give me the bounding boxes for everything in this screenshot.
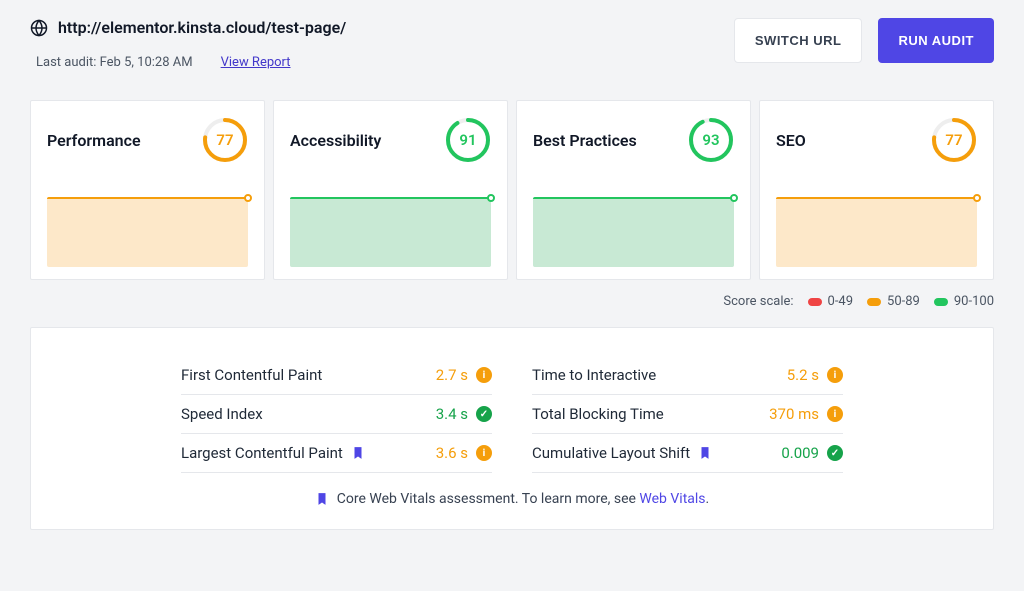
scale-green: 90-100 — [934, 294, 994, 309]
globe-icon — [30, 19, 48, 37]
metric-label: Cumulative Layout Shift — [532, 444, 690, 462]
status-icon: i — [827, 367, 843, 383]
metric-row: First Contentful Paint 2.7 s i — [181, 356, 492, 395]
core-web-vitals-note: Core Web Vitals assessment. To learn mor… — [181, 491, 843, 507]
metric-label: Total Blocking Time — [532, 405, 664, 423]
score-value: 93 — [688, 117, 734, 163]
status-icon: i — [476, 367, 492, 383]
card-title: SEO — [776, 131, 806, 150]
bookmark-icon — [698, 446, 712, 460]
score-gauge: 93 — [688, 117, 734, 163]
trend-sparkline — [533, 197, 734, 267]
metric-label: Speed Index — [181, 405, 263, 423]
metric-label: Largest Contentful Paint — [181, 444, 343, 462]
score-scale: Score scale: 0-49 50-89 90-100 — [30, 294, 994, 309]
metric-value: 5.2 s — [787, 366, 819, 384]
score-value: 77 — [931, 117, 977, 163]
trend-sparkline — [776, 197, 977, 267]
score-value: 77 — [202, 117, 248, 163]
web-vitals-link[interactable]: Web Vitals — [639, 491, 705, 507]
score-card-performance[interactable]: Performance 77 — [30, 100, 265, 280]
last-audit-label: Last audit: Feb 5, 10:28 AM — [36, 55, 193, 70]
score-card-seo[interactable]: SEO 77 — [759, 100, 994, 280]
metrics-panel: First Contentful Paint 2.7 s i Speed Inde… — [30, 327, 994, 530]
trend-sparkline — [290, 197, 491, 267]
score-gauge: 77 — [202, 117, 248, 163]
bookmark-icon — [315, 492, 329, 506]
metric-row: Time to Interactive 5.2 s i — [532, 356, 843, 395]
status-icon: ✓ — [476, 406, 492, 422]
metric-value: 0.009 — [781, 444, 819, 462]
scale-orange: 50-89 — [867, 294, 920, 309]
url-row: http://elementor.kinsta.cloud/test-page/ — [30, 18, 734, 37]
metric-value: 2.7 s — [436, 366, 468, 384]
score-gauge: 77 — [931, 117, 977, 163]
status-icon: i — [476, 445, 492, 461]
run-audit-button[interactable]: RUN AUDIT — [878, 18, 994, 63]
view-report-link[interactable]: View Report — [221, 55, 291, 70]
trend-sparkline — [47, 197, 248, 267]
bookmark-icon — [351, 446, 365, 460]
score-cards: Performance 77 Accessibility 91 — [30, 100, 994, 280]
score-value: 91 — [445, 117, 491, 163]
metric-label: Time to Interactive — [532, 366, 656, 384]
metric-value: 3.4 s — [436, 405, 468, 423]
scale-red: 0-49 — [808, 294, 854, 309]
score-gauge: 91 — [445, 117, 491, 163]
metric-row: Cumulative Layout Shift 0.009 ✓ — [532, 434, 843, 473]
header: http://elementor.kinsta.cloud/test-page/… — [30, 18, 994, 70]
status-icon: ✓ — [827, 445, 843, 461]
status-icon: i — [827, 406, 843, 422]
card-title: Accessibility — [290, 131, 381, 150]
metric-row: Speed Index 3.4 s ✓ — [181, 395, 492, 434]
metric-label: First Contentful Paint — [181, 366, 322, 384]
score-card-best-practices[interactable]: Best Practices 93 — [516, 100, 751, 280]
metric-value: 370 ms — [769, 405, 819, 423]
scale-label: Score scale: — [723, 294, 793, 309]
card-title: Performance — [47, 131, 141, 150]
metric-row: Total Blocking Time 370 ms i — [532, 395, 843, 434]
metric-row: Largest Contentful Paint 3.6 s i — [181, 434, 492, 473]
switch-url-button[interactable]: SWITCH URL — [734, 18, 863, 63]
metric-value: 3.6 s — [436, 444, 468, 462]
page-url: http://elementor.kinsta.cloud/test-page/ — [58, 18, 346, 37]
score-card-accessibility[interactable]: Accessibility 91 — [273, 100, 508, 280]
card-title: Best Practices — [533, 131, 637, 150]
